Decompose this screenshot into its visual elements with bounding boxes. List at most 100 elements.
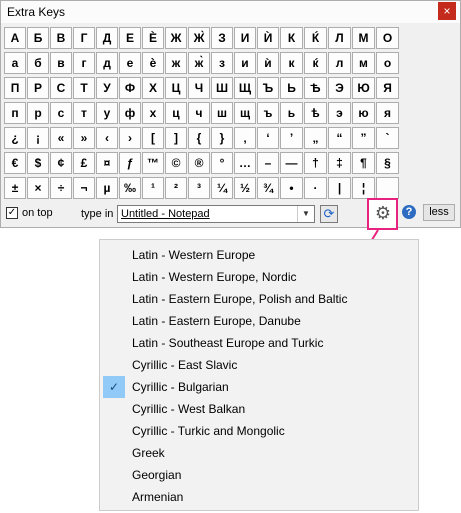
char-key[interactable]: ³ xyxy=(188,177,210,199)
char-key[interactable]: ± xyxy=(4,177,26,199)
char-key[interactable]: × xyxy=(27,177,49,199)
char-key[interactable]: л xyxy=(328,52,351,74)
char-key[interactable]: } xyxy=(211,127,233,149)
char-key[interactable]: и xyxy=(234,52,256,74)
char-key[interactable]: м xyxy=(352,52,375,74)
char-key[interactable]: Ш xyxy=(211,77,233,99)
char-key[interactable]: Ж̀ xyxy=(188,27,210,49)
char-key[interactable]: ¤ xyxy=(96,152,118,174)
refresh-icon[interactable]: ⟳ xyxy=(320,205,338,223)
char-key[interactable]: Ѐ xyxy=(142,27,164,49)
char-key[interactable]: ѝ xyxy=(257,52,279,74)
char-key[interactable]: ь xyxy=(280,102,303,124)
checkbox-check-icon[interactable]: ✓ xyxy=(6,207,18,219)
char-key[interactable]: ® xyxy=(188,152,210,174)
char-key[interactable]: · xyxy=(304,177,327,199)
char-key[interactable]: ж̀ xyxy=(188,52,210,74)
char-key[interactable]: ¿ xyxy=(4,127,26,149)
char-key[interactable]: Д xyxy=(96,27,118,49)
char-key[interactable]: … xyxy=(234,152,256,174)
char-key[interactable]: ѐ xyxy=(142,52,164,74)
char-key[interactable]: У xyxy=(96,77,118,99)
char-key[interactable]: € xyxy=(4,152,26,174)
char-key[interactable]: г xyxy=(73,52,95,74)
char-key[interactable]: • xyxy=(280,177,303,199)
char-key[interactable]: К xyxy=(280,27,303,49)
char-key[interactable]: Т xyxy=(73,77,95,99)
char-key[interactable]: э xyxy=(328,102,351,124)
char-key[interactable]: ‡ xyxy=(328,152,351,174)
char-key[interactable]: Ъ xyxy=(257,77,279,99)
char-key[interactable]: ‚ xyxy=(234,127,256,149)
char-key[interactable]: Щ xyxy=(234,77,256,99)
target-window-select[interactable]: Untitled - Notepad ▼ xyxy=(117,205,315,223)
char-key[interactable]: » xyxy=(73,127,95,149)
char-key[interactable]: Ж xyxy=(165,27,187,49)
char-key[interactable]: ю xyxy=(352,102,375,124)
help-icon[interactable]: ? xyxy=(402,205,416,219)
char-key[interactable]: ‹ xyxy=(96,127,118,149)
menu-item[interactable]: Cyrillic - Turkic and Mongolic xyxy=(100,420,418,442)
char-key[interactable]: Ч xyxy=(188,77,210,99)
char-key[interactable]: Е xyxy=(119,27,141,49)
char-key[interactable]: ÷ xyxy=(50,177,72,199)
char-key[interactable]: Э xyxy=(328,77,351,99)
char-key[interactable]: ° xyxy=(211,152,233,174)
char-key[interactable]: П xyxy=(4,77,26,99)
char-key[interactable]: ¡ xyxy=(27,127,49,149)
char-key[interactable]: — xyxy=(280,152,303,174)
char-key[interactable]: з xyxy=(211,52,233,74)
char-key[interactable]: ќ xyxy=(304,52,327,74)
char-key[interactable]: д xyxy=(96,52,118,74)
char-key[interactable]: т xyxy=(73,102,95,124)
char-key[interactable]: › xyxy=(119,127,141,149)
char-key[interactable]: ½ xyxy=(234,177,256,199)
char-key[interactable]: ф xyxy=(119,102,141,124)
char-key[interactable]: х xyxy=(142,102,164,124)
menu-item[interactable]: Latin - Southeast Europe and Turkic xyxy=(100,332,418,354)
char-key[interactable]: † xyxy=(304,152,327,174)
char-key[interactable]: Ю xyxy=(352,77,375,99)
char-key[interactable]: Ѝ xyxy=(257,27,279,49)
char-key[interactable]: Ц xyxy=(165,77,187,99)
char-key[interactable]: { xyxy=(188,127,210,149)
char-key[interactable]: ² xyxy=(165,177,187,199)
char-key[interactable]: е xyxy=(119,52,141,74)
menu-item[interactable]: Armenian xyxy=(100,486,418,508)
char-key[interactable]: Я xyxy=(376,77,399,99)
char-key[interactable]: В xyxy=(50,27,72,49)
char-key[interactable]: Ќ xyxy=(304,27,327,49)
char-key[interactable]: ш xyxy=(211,102,233,124)
char-key[interactable]: – xyxy=(257,152,279,174)
char-key[interactable]: Ф xyxy=(119,77,141,99)
close-icon[interactable]: × xyxy=(438,2,456,20)
char-key[interactable]: И xyxy=(234,27,256,49)
menu-item[interactable]: Latin - Western Europe, Nordic xyxy=(100,266,418,288)
char-key[interactable]: ¶ xyxy=(352,152,375,174)
char-key[interactable]: „ xyxy=(304,127,327,149)
char-key[interactable] xyxy=(376,177,399,199)
char-key[interactable]: ч xyxy=(188,102,210,124)
char-key[interactable]: ¼ xyxy=(211,177,233,199)
char-key[interactable]: ¾ xyxy=(257,177,279,199)
char-key[interactable]: п xyxy=(4,102,26,124)
char-key[interactable]: ц xyxy=(165,102,187,124)
char-key[interactable]: О xyxy=(376,27,399,49)
char-key[interactable]: ¢ xyxy=(50,152,72,174)
less-button[interactable]: less xyxy=(423,204,455,221)
char-key[interactable]: Ь xyxy=(280,77,303,99)
char-key[interactable]: ¹ xyxy=(142,177,164,199)
char-key[interactable]: ` xyxy=(376,127,399,149)
char-key[interactable]: [ xyxy=(142,127,164,149)
char-key[interactable]: щ xyxy=(234,102,256,124)
char-key[interactable]: $ xyxy=(27,152,49,174)
char-key[interactable]: Х xyxy=(142,77,164,99)
char-key[interactable]: ™ xyxy=(142,152,164,174)
char-key[interactable]: § xyxy=(376,152,399,174)
char-key[interactable]: © xyxy=(165,152,187,174)
char-key[interactable]: ” xyxy=(352,127,375,149)
char-key[interactable]: Л xyxy=(328,27,351,49)
menu-item[interactable]: Latin - Western Europe xyxy=(100,244,418,266)
char-key[interactable]: “ xyxy=(328,127,351,149)
char-key[interactable]: « xyxy=(50,127,72,149)
